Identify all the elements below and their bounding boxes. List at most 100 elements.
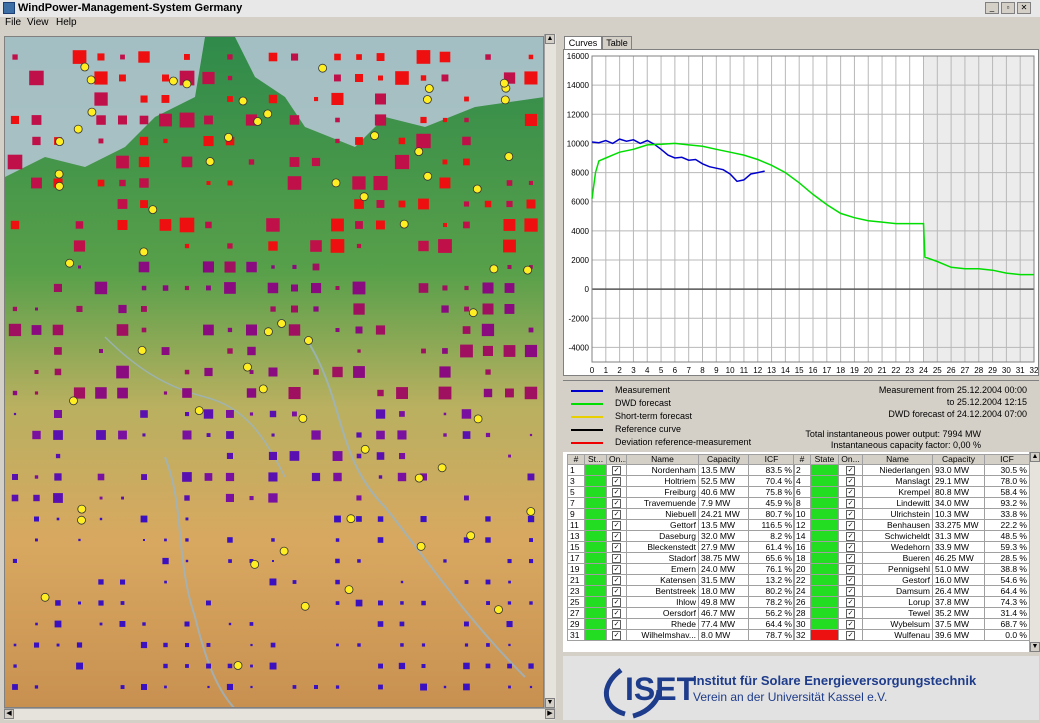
wind-park-square[interactable] — [524, 71, 538, 85]
wind-park-square[interactable] — [117, 199, 128, 209]
wind-park-square[interactable] — [32, 136, 41, 146]
wind-park-square[interactable] — [13, 664, 17, 668]
wind-park-square[interactable] — [377, 621, 384, 627]
wind-park-square[interactable] — [463, 662, 470, 670]
wind-park-square[interactable] — [206, 663, 211, 669]
wind-park-square[interactable] — [247, 346, 256, 356]
wind-park-square[interactable] — [485, 369, 491, 375]
wind-park-square[interactable] — [464, 285, 469, 291]
table-row[interactable]: 32 ✓ Wulfenau 39.6 MW 0.0 % — [793, 629, 1030, 642]
wind-park-square[interactable] — [528, 663, 534, 669]
wind-park-square[interactable] — [120, 579, 126, 585]
wind-park-square[interactable] — [78, 601, 81, 605]
table-row[interactable]: 24 ✓ Damsum 26.4 MW 64.4 % — [793, 585, 1030, 598]
wind-park-square[interactable] — [142, 622, 146, 626]
online-checkbox[interactable]: ✓ — [846, 477, 855, 486]
wind-park-square[interactable] — [202, 71, 215, 85]
wind-park-square[interactable] — [162, 557, 169, 565]
measurement-station-dot[interactable] — [87, 107, 97, 117]
wind-park-square[interactable] — [377, 537, 384, 543]
wind-park-square[interactable] — [332, 451, 343, 461]
wind-park-square[interactable] — [503, 219, 516, 231]
wind-park-square[interactable] — [121, 496, 124, 500]
wind-park-square[interactable] — [161, 347, 170, 355]
wind-park-square[interactable] — [485, 663, 491, 669]
online-checkbox[interactable]: ✓ — [612, 598, 621, 607]
wind-park-square[interactable] — [288, 387, 301, 400]
wind-park-square[interactable] — [184, 285, 190, 291]
wind-park-square[interactable] — [249, 496, 254, 501]
online-checkbox[interactable]: ✓ — [612, 499, 621, 508]
wind-park-square[interactable] — [378, 684, 383, 690]
wind-park-square[interactable] — [482, 282, 494, 294]
wind-park-square[interactable] — [206, 643, 211, 647]
table-row[interactable]: 5 ✓ Freiburg 40.6 MW 75.8 % — [567, 486, 795, 499]
wind-park-square[interactable] — [464, 495, 469, 501]
measurement-station-dot[interactable] — [523, 265, 532, 275]
wind-park-square[interactable] — [355, 599, 363, 607]
wind-park-square[interactable] — [486, 601, 490, 605]
wind-park-square[interactable] — [462, 326, 471, 334]
wind-park-square[interactable] — [443, 412, 447, 416]
wind-park-square[interactable] — [141, 684, 147, 690]
wind-park-square[interactable] — [185, 664, 189, 668]
wind-park-square[interactable] — [376, 220, 385, 230]
wind-park-square[interactable] — [184, 621, 190, 627]
wind-park-square[interactable] — [184, 495, 190, 501]
measurement-station-dot[interactable] — [494, 605, 503, 614]
wind-park-square[interactable] — [116, 155, 129, 169]
wind-park-square[interactable] — [140, 515, 148, 523]
wind-park-square[interactable] — [462, 136, 471, 146]
wind-park-square[interactable] — [508, 580, 511, 584]
wind-park-square[interactable] — [398, 200, 406, 208]
table-row[interactable]: 4 ✓ Manslagt 29.1 MW 78.0 % — [793, 475, 1030, 488]
wind-park-square[interactable] — [246, 324, 257, 336]
wind-park-square[interactable] — [161, 95, 170, 103]
wind-park-square[interactable] — [141, 474, 147, 480]
online-checkbox[interactable]: ✓ — [612, 543, 621, 552]
wind-park-square[interactable] — [249, 622, 254, 626]
online-checkbox[interactable]: ✓ — [612, 554, 621, 563]
wind-park-square[interactable] — [485, 579, 491, 585]
wind-park-square[interactable] — [13, 412, 17, 416]
wind-park-square[interactable] — [292, 580, 297, 584]
wind-park-square[interactable] — [139, 136, 149, 146]
wind-park-square[interactable] — [524, 386, 538, 400]
col-number[interactable]: # — [567, 453, 585, 466]
wind-park-square[interactable] — [97, 473, 105, 481]
online-checkbox[interactable]: ✓ — [612, 620, 621, 629]
wind-park-square[interactable] — [138, 156, 150, 168]
wind-park-square[interactable] — [485, 432, 491, 438]
wind-park-square[interactable] — [54, 368, 62, 376]
wind-park-square[interactable] — [289, 451, 300, 461]
wind-park-square[interactable] — [353, 366, 365, 378]
wind-park-square[interactable] — [11, 494, 19, 502]
wind-park-square[interactable] — [76, 642, 83, 648]
wind-park-square[interactable] — [117, 387, 128, 399]
wind-park-square[interactable] — [352, 281, 366, 295]
wind-park-square[interactable] — [185, 517, 189, 521]
wind-park-square[interactable] — [376, 53, 385, 61]
wind-park-square[interactable] — [78, 538, 81, 542]
online-checkbox[interactable]: ✓ — [846, 488, 855, 497]
wind-park-square[interactable] — [163, 642, 168, 648]
wind-park-square[interactable] — [507, 601, 512, 605]
wind-park-square[interactable] — [140, 641, 148, 649]
table-row[interactable]: 9 ✓ Niebuell 24.21 MW 80.7 % — [567, 508, 795, 521]
wind-park-square[interactable] — [268, 472, 278, 482]
wind-park-square[interactable] — [10, 220, 20, 230]
wind-park-square[interactable] — [185, 412, 190, 417]
wind-park-square[interactable] — [357, 559, 361, 563]
measurement-station-dot[interactable] — [344, 585, 354, 594]
wind-park-square[interactable] — [118, 304, 127, 314]
wind-park-square[interactable] — [163, 138, 168, 144]
wind-park-square[interactable] — [356, 516, 362, 522]
wind-park-square[interactable] — [460, 344, 473, 358]
wind-park-square[interactable] — [336, 643, 339, 647]
wind-park-square[interactable] — [507, 265, 512, 269]
wind-park-square[interactable] — [375, 93, 386, 105]
scroll-right-icon[interactable]: ▶ — [545, 709, 555, 719]
wind-park-square[interactable] — [52, 324, 64, 336]
wind-park-square[interactable] — [227, 327, 233, 333]
wind-park-square[interactable] — [7, 154, 23, 170]
